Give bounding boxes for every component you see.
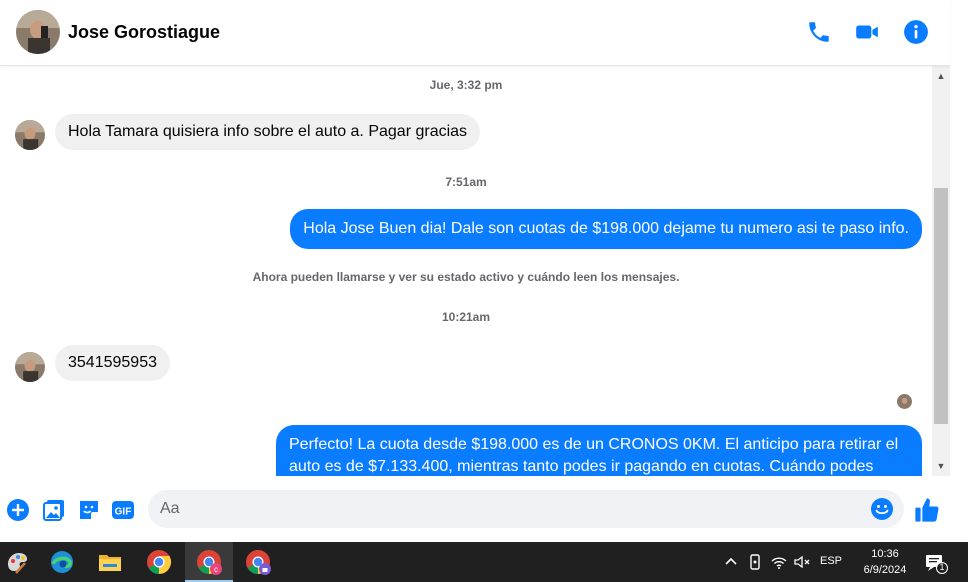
thumbs-up-icon[interactable] [913, 496, 941, 524]
scroll-down-arrow[interactable]: ▼ [932, 458, 950, 474]
seen-indicator-avatar [897, 394, 912, 409]
speaker-muted-icon[interactable] [792, 552, 812, 572]
gif-icon[interactable]: GIF [111, 498, 135, 522]
clock-time: 10:36 [871, 548, 899, 560]
scroll-up-arrow[interactable]: ▲ [932, 68, 950, 84]
wifi-icon[interactable] [769, 552, 789, 572]
windows-taskbar: c ESP 10:36 6/9/2024 1 [0, 542, 968, 582]
contact-avatar-small[interactable] [15, 120, 45, 150]
message-input-container[interactable] [148, 490, 904, 528]
video-camera-icon[interactable] [854, 19, 880, 45]
svg-text:c: c [214, 565, 218, 574]
outgoing-message[interactable]: Hola Jose Buen dia! Dale son cuotas de $… [290, 209, 922, 249]
message-composer: GIF [0, 476, 950, 542]
contact-avatar[interactable] [16, 10, 60, 54]
incoming-message[interactable]: 3541595953 [55, 345, 170, 381]
system-notice: Ahora pueden llamarse y ver su estado ac… [252, 270, 680, 284]
chrome-icon[interactable] [135, 542, 183, 582]
chat-header: Jose Gorostiague [0, 0, 950, 66]
file-explorer-icon[interactable] [86, 542, 134, 582]
emoji-icon[interactable] [870, 497, 894, 521]
edge-icon[interactable] [38, 542, 86, 582]
notification-count-badge: 1 [939, 562, 945, 572]
contact-name[interactable]: Jose Gorostiague [68, 22, 220, 43]
clock-date: 6/9/2024 [863, 564, 907, 576]
incoming-message[interactable]: Hola Tamara quisiera info sobre el auto … [55, 114, 481, 150]
svg-text:GIF: GIF [115, 507, 132, 518]
timestamp: 7:51am [445, 175, 487, 189]
paint-app-icon[interactable] [0, 542, 42, 582]
chrome-profile-lock-icon[interactable] [234, 542, 282, 582]
notification-center-icon[interactable]: 1 [924, 552, 948, 574]
contact-avatar-small[interactable] [15, 352, 45, 382]
photo-icon[interactable] [42, 498, 66, 522]
timestamp: Jue, 3:32 pm [429, 78, 503, 92]
outgoing-message[interactable]: Perfecto! La cuota desde $198.000 es de … [276, 425, 922, 476]
add-circle-icon[interactable] [6, 498, 30, 522]
input-language[interactable]: ESP [820, 555, 842, 567]
window-edge [950, 0, 968, 542]
timestamp: 10:21am [441, 310, 491, 324]
device-icon[interactable] [745, 552, 765, 572]
message-thread[interactable]: Jue, 3:32 pm Hola Tamara quisiera info s… [0, 66, 932, 476]
phone-icon[interactable] [806, 19, 832, 45]
info-icon[interactable] [903, 19, 929, 45]
message-input[interactable] [160, 490, 860, 528]
thread-scrollbar[interactable]: ▲ ▼ [932, 66, 950, 476]
chrome-profile-c-icon[interactable]: c [185, 542, 233, 582]
scroll-thumb[interactable] [934, 188, 948, 424]
sticker-icon[interactable] [77, 498, 101, 522]
system-clock[interactable]: 10:36 6/9/2024 [852, 546, 918, 578]
chevron-up-icon[interactable] [721, 552, 741, 572]
